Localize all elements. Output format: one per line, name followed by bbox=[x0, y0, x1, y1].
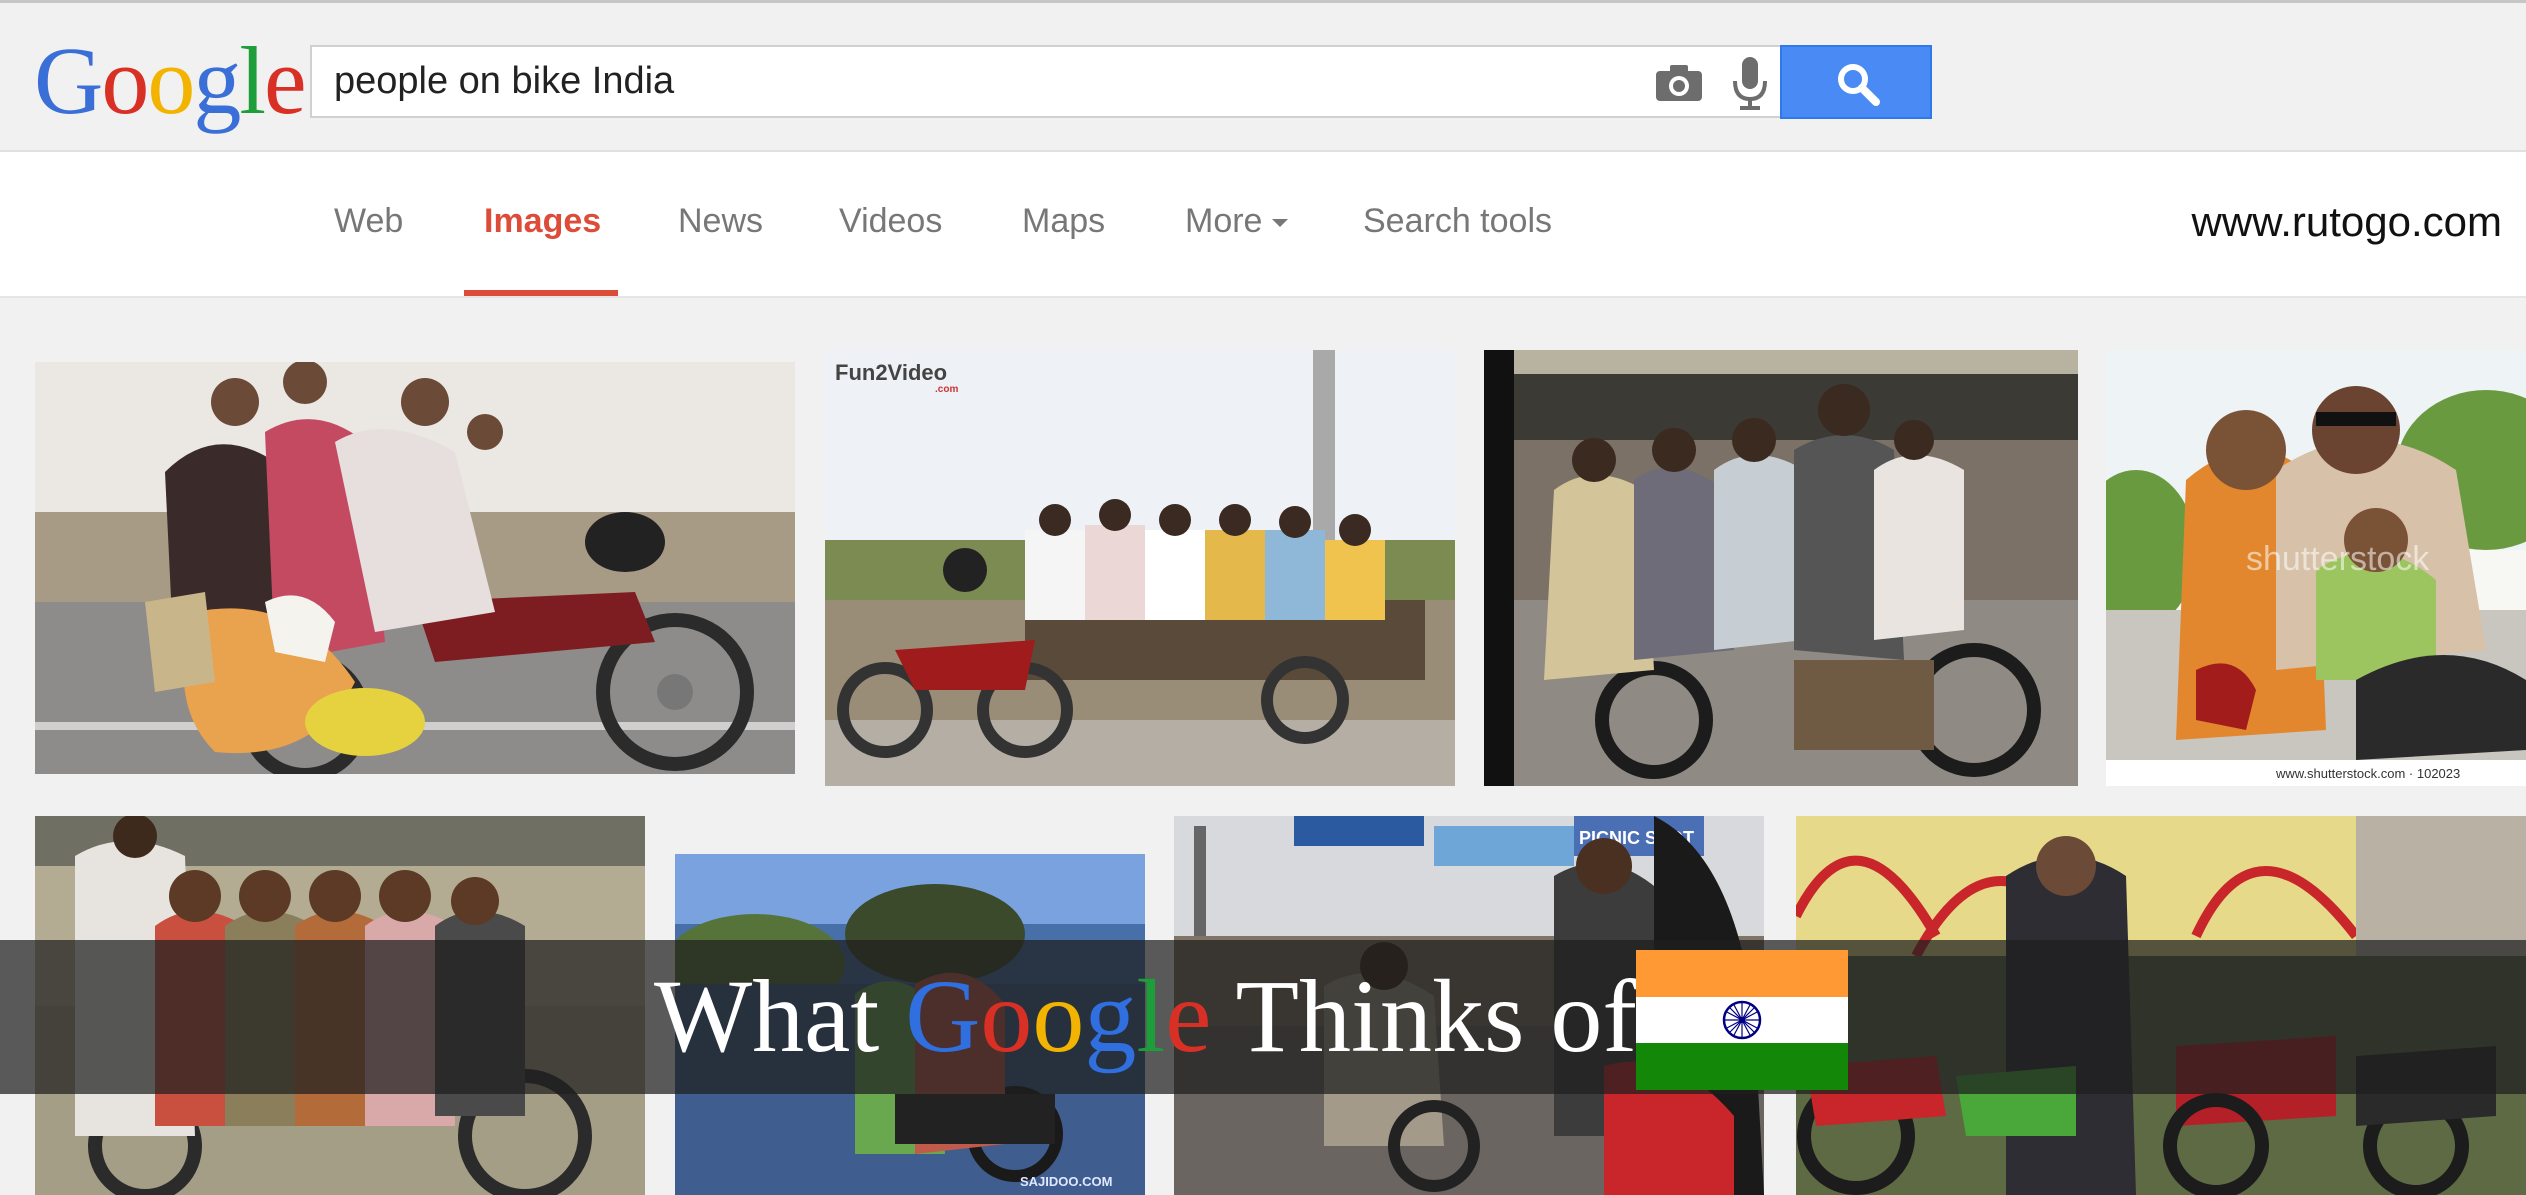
image-result-five-on-motorcycle[interactable] bbox=[1484, 350, 2078, 786]
search-tools-button[interactable]: Search tools bbox=[1363, 202, 1552, 241]
shutterstock-watermark: shutterstock bbox=[2246, 540, 2430, 578]
banner-google-letter: g bbox=[1084, 959, 1137, 1074]
tab-news[interactable]: News bbox=[678, 202, 763, 241]
logo-letter: o bbox=[101, 27, 149, 134]
image-result-family-smiling-bike[interactable]: shutterstock www.shutterstock.com · 1020… bbox=[2106, 350, 2526, 786]
banner-google-letter: o bbox=[980, 959, 1033, 1074]
title-banner: What Google Thinks of bbox=[0, 940, 2526, 1094]
active-tab-indicator bbox=[464, 290, 618, 296]
camera-icon[interactable] bbox=[1654, 63, 1704, 103]
chevron-down-icon bbox=[1272, 219, 1289, 228]
ashoka-chakra-icon bbox=[1722, 1000, 1762, 1040]
search-icon bbox=[1838, 64, 1880, 106]
banner-google-letter: e bbox=[1165, 959, 1212, 1074]
microphone-icon[interactable] bbox=[1730, 55, 1770, 111]
tab-more[interactable]: More bbox=[1185, 202, 1289, 241]
google-logo[interactable]: Google bbox=[34, 27, 307, 134]
search-header: Google people on bike India bbox=[0, 0, 2526, 152]
search-nav: Web Images News Videos Maps More Search … bbox=[0, 152, 2526, 298]
banner-suffix: Thinks of bbox=[1211, 959, 1638, 1074]
image-result-tractor-trailer[interactable]: Fun2Video .com bbox=[825, 350, 1455, 786]
banner-title: What Google Thinks of bbox=[654, 962, 1637, 1072]
tab-images[interactable]: Images bbox=[484, 202, 601, 241]
image-result-family-on-motorcycle[interactable] bbox=[35, 362, 795, 774]
search-box[interactable]: people on bike India bbox=[310, 45, 1780, 118]
search-input[interactable]: people on bike India bbox=[334, 60, 674, 103]
tab-more-label: More bbox=[1185, 202, 1263, 240]
fun2video-watermark: Fun2Video bbox=[835, 360, 947, 385]
shutterstock-caption: www.shutterstock.com · 102023 bbox=[2275, 766, 2460, 781]
logo-letter: o bbox=[147, 27, 195, 134]
banner-google-letter: G bbox=[905, 959, 981, 1074]
tab-maps[interactable]: Maps bbox=[1022, 202, 1105, 241]
logo-letter: l bbox=[239, 27, 266, 134]
banner-google-letter: o bbox=[1032, 959, 1085, 1074]
banner-google-letter: l bbox=[1136, 959, 1166, 1074]
site-watermark: www.rutogo.com bbox=[2191, 198, 2502, 245]
sajidoo-watermark: SAJIDOO.COM bbox=[1020, 1174, 1112, 1189]
search-button[interactable] bbox=[1780, 45, 1932, 119]
tab-videos[interactable]: Videos bbox=[839, 202, 942, 241]
logo-letter: G bbox=[34, 27, 103, 134]
logo-letter: g bbox=[193, 27, 241, 134]
tab-web[interactable]: Web bbox=[334, 202, 403, 241]
banner-prefix: What bbox=[654, 959, 906, 1074]
logo-letter: e bbox=[264, 27, 307, 134]
fun2video-watermark-sub: .com bbox=[935, 384, 958, 395]
india-flag-icon bbox=[1636, 950, 1848, 1090]
